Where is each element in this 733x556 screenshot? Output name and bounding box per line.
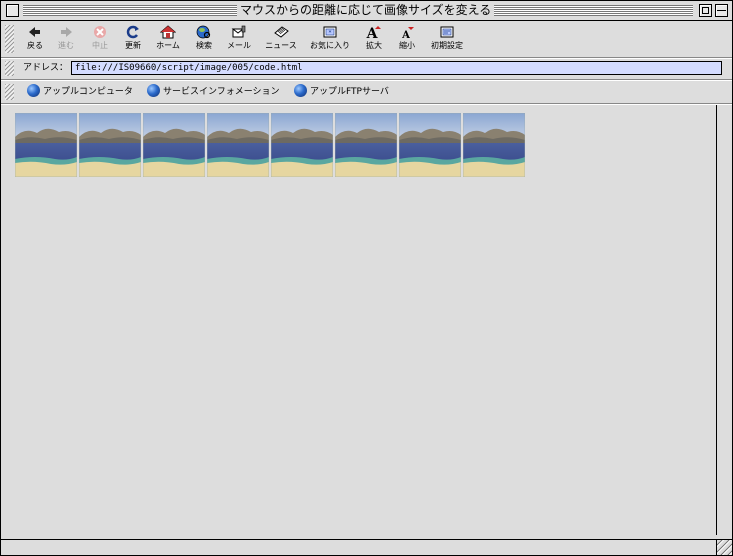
forward-arrow-icon (58, 25, 74, 39)
browser-window: マウスからの距離に応じて画像サイズを変える 戻る 進む 中止 更新 ホーム 検索… (0, 0, 733, 556)
text-larger-label: 拡大 (366, 41, 382, 50)
preferences-label: 初期設定 (431, 41, 463, 50)
address-bar: アドレス： file:///IS09660/script/image/005/c… (1, 58, 732, 80)
page-content (1, 105, 717, 533)
mail-label: メール (227, 41, 251, 50)
text-smaller-button[interactable]: A 縮小 (396, 25, 418, 55)
favorite-label: アップルFTPサーバ (310, 87, 389, 97)
beach-thumbnail-image (335, 113, 397, 177)
title-bar[interactable]: マウスからの距離に応じて画像サイズを変える (1, 1, 732, 21)
text-larger-button[interactable]: A 拡大 (363, 25, 385, 55)
refresh-label: 更新 (125, 41, 141, 50)
toolbar: 戻る 進む 中止 更新 ホーム 検索 メール ニュース * お気に入り A 拡大… (1, 21, 732, 58)
forward-label: 進む (58, 41, 74, 50)
home-icon (159, 25, 177, 39)
beach-thumbnail-image (79, 113, 141, 177)
text-smaller-label: 縮小 (399, 41, 415, 50)
svg-text:A: A (401, 30, 410, 39)
search-button[interactable]: 検索 (192, 25, 216, 55)
favorite-apple-computer[interactable]: アップルコンピュータ (27, 84, 133, 101)
favorite-apple-ftp-server[interactable]: アップルFTPサーバ (294, 84, 389, 101)
home-button[interactable]: ホーム (153, 25, 183, 55)
horizontal-scrollbar[interactable] (1, 539, 717, 555)
zoom-box-icon[interactable] (699, 4, 712, 17)
home-label: ホーム (156, 41, 180, 50)
svg-text:*: * (329, 30, 332, 37)
preferences-icon (439, 25, 455, 39)
stop-label: 中止 (92, 41, 108, 50)
vertical-scrollbar[interactable] (716, 105, 732, 535)
favorites-bar: アップルコンピュータ サービスインフォメーション アップルFTPサーバ (1, 81, 732, 104)
back-button[interactable]: 戻る (24, 25, 46, 55)
globe-icon (147, 84, 160, 97)
url-field[interactable]: file:///IS09660/script/image/005/code.ht… (71, 61, 722, 75)
window-title: マウスからの距離に応じて画像サイズを変える (237, 3, 495, 18)
address-bar-grip[interactable] (5, 61, 14, 76)
mail-icon (231, 25, 247, 39)
news-label: ニュース (265, 41, 297, 50)
globe-icon (27, 84, 40, 97)
favorite-label: アップルコンピュータ (43, 87, 133, 97)
toolbar-grip[interactable] (5, 25, 14, 53)
favorites-button[interactable]: * お気に入り (307, 25, 353, 55)
favorite-service-information[interactable]: サービスインフォメーション (147, 84, 280, 101)
beach-thumbnail-image (271, 113, 333, 177)
beach-thumbnail-image (399, 113, 461, 177)
beach-thumbnail-image (207, 113, 269, 177)
collapse-box-icon[interactable] (715, 4, 728, 17)
beach-thumbnail-image (143, 113, 205, 177)
beach-thumbnail-image (15, 113, 77, 177)
mail-button[interactable]: メール (223, 25, 255, 55)
news-button[interactable]: ニュース (262, 25, 300, 55)
favorites-label: お気に入り (310, 41, 350, 50)
text-larger-icon: A (366, 25, 382, 42)
text-smaller-icon: A (399, 25, 415, 41)
beach-thumbnail-image (463, 113, 525, 177)
refresh-button[interactable]: 更新 (122, 25, 144, 55)
stop-icon (92, 25, 108, 39)
forward-button[interactable]: 進む (55, 25, 77, 55)
back-arrow-icon (27, 25, 43, 39)
resize-grow-box[interactable] (716, 539, 732, 555)
preferences-button[interactable]: 初期設定 (428, 25, 466, 55)
refresh-icon (125, 25, 141, 39)
close-box-icon[interactable] (6, 4, 19, 17)
back-label: 戻る (27, 41, 43, 50)
stop-button[interactable]: 中止 (89, 25, 111, 55)
favorites-icon: * (322, 25, 338, 39)
address-label: アドレス： (23, 63, 69, 73)
news-icon (273, 25, 289, 39)
favorites-bar-grip[interactable] (5, 84, 14, 100)
globe-icon (294, 84, 307, 97)
search-label: 検索 (196, 41, 212, 50)
search-globe-icon (196, 25, 212, 39)
favorite-label: サービスインフォメーション (163, 87, 280, 97)
